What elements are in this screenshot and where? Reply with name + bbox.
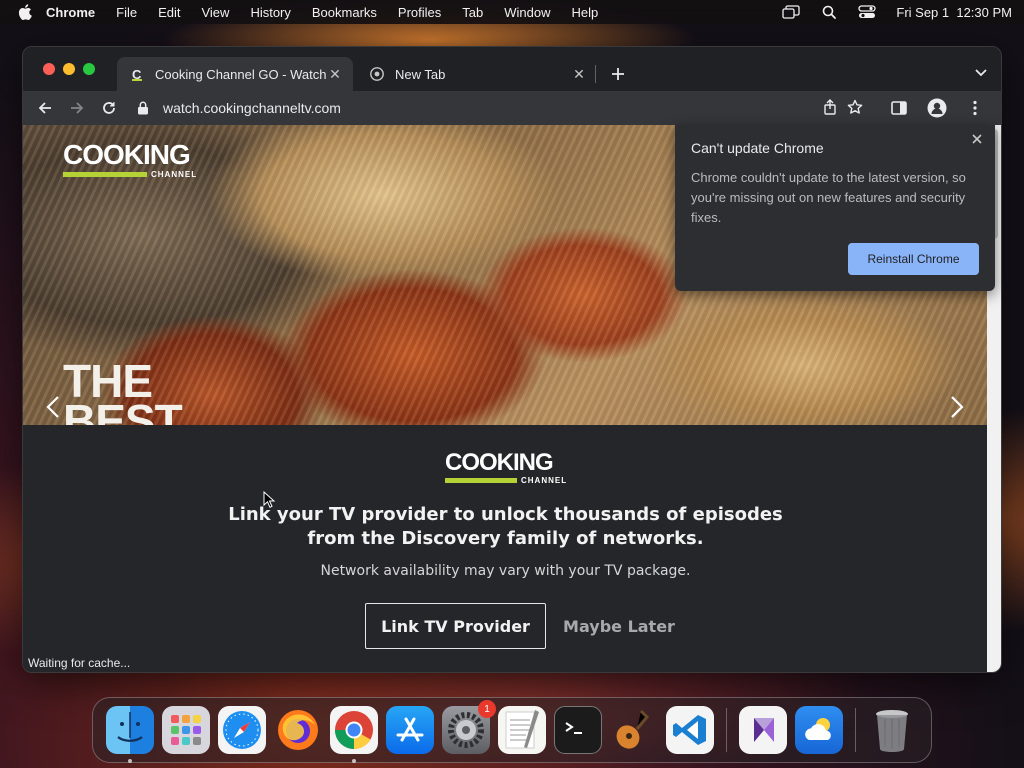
dock-system-settings[interactable]: 1 [442,700,496,754]
hero-title: THE BEST [63,355,183,425]
dock: 1 [92,697,932,763]
weather-icon [805,718,831,740]
menu-profiles[interactable]: Profiles [398,5,441,20]
menu-app-name[interactable]: Chrome [46,5,95,20]
trash-icon [876,710,908,752]
menu-bar: Chrome File Edit View History Bookmarks … [0,0,1024,24]
dock-separator [855,708,856,752]
tab-strip: C Cooking Channel GO - Watch T ✕ New Tab… [23,47,1001,91]
dock-app-store[interactable] [386,706,434,754]
svg-text:C: C [132,67,142,81]
tab-search-chevron-icon[interactable] [973,65,989,81]
forward-arrow-icon[interactable] [63,94,91,122]
dock-launchpad[interactable] [162,706,210,754]
chrome-icon [334,711,373,750]
more-options-icon[interactable] [961,94,989,122]
minimize-window-button[interactable] [63,63,75,75]
tab-cooking-channel[interactable]: C Cooking Channel GO - Watch T ✕ [117,57,353,91]
dock-terminal[interactable] [554,706,602,754]
dialog-message: Chrome couldn't update to the latest ver… [691,170,966,225]
mouse-cursor-icon [263,491,275,508]
maybe-later-button[interactable]: Maybe Later [559,603,679,649]
browser-toolbar: watch.cookingchanneltv.com [23,91,1001,125]
dock-firefox[interactable] [274,706,322,754]
tab-title: New Tab [395,66,446,82]
menu-help[interactable]: Help [572,5,599,20]
dock-finder[interactable] [106,706,154,763]
safari-icon [223,711,261,749]
cooking-channel-logo: COOKING CHANNEL [445,449,568,485]
settings-icon [448,712,484,748]
app-store-icon [396,717,424,742]
close-window-button[interactable] [43,63,55,75]
menu-tab[interactable]: Tab [462,5,483,20]
window-controls [43,63,95,75]
dock-chrome[interactable] [330,706,378,763]
notification-badge: 1 [478,700,496,718]
dock-separator [726,708,727,752]
dock-trash[interactable] [868,706,916,754]
dialog-title: Can't update Chrome [691,140,824,156]
link-tv-provider-button[interactable]: Link TV Provider [365,603,546,649]
close-tab-icon[interactable]: ✕ [571,66,587,82]
reinstall-chrome-button[interactable]: Reinstall Chrome [848,243,979,275]
control-center-icon[interactable] [858,5,877,19]
share-icon[interactable] [823,98,837,118]
tab-new-tab[interactable]: New Tab ✕ [357,57,597,91]
chrome-window: C Cooking Channel GO - Watch T ✕ New Tab… [22,46,1002,673]
screen-mirroring-icon[interactable] [782,5,801,19]
close-dialog-icon[interactable] [969,131,985,147]
update-chrome-dialog: Can't update Chrome Chrome couldn't upda… [675,125,995,291]
link-provider-headline: Link your TV provider to unlock thousand… [228,504,783,549]
cooking-channel-favicon: C [129,66,145,82]
menu-edit[interactable]: Edit [158,5,180,20]
terminal-icon [565,722,582,734]
launchpad-icon [171,715,201,745]
menu-view[interactable]: View [201,5,229,20]
menu-file[interactable]: File [116,5,137,20]
vscode-icon [673,715,706,745]
address-bar[interactable]: watch.cookingchanneltv.com [133,95,877,121]
carousel-next-chevron-icon[interactable] [947,393,967,421]
menu-bookmarks[interactable]: Bookmarks [312,5,377,20]
menu-clock[interactable]: Fri Sep 1 12:30 PM [896,5,1012,20]
spotlight-search-icon[interactable] [820,5,838,19]
textedit-icon [505,710,539,749]
carousel-prev-chevron-icon[interactable] [43,393,63,421]
menu-history[interactable]: History [250,5,290,20]
guitar-icon [616,709,650,749]
visual-studio-icon [754,718,774,742]
firefox-icon [278,710,318,750]
cooking-channel-logo[interactable]: COOKING CHANNEL [63,141,197,179]
close-tab-icon[interactable]: ✕ [327,66,343,82]
menu-window[interactable]: Window [504,5,550,20]
tab-separator [595,65,596,83]
profile-avatar-icon[interactable] [923,94,951,122]
chrome-favicon [369,66,385,82]
lock-icon[interactable] [137,101,151,115]
loading-status: Waiting for cache... [23,652,141,672]
dock-vscode[interactable] [666,706,714,754]
dock-weather[interactable] [795,706,843,754]
tab-title: Cooking Channel GO - Watch T [155,66,327,82]
side-panel-icon[interactable] [885,94,913,122]
dock-textedit[interactable] [498,706,546,754]
url-text: watch.cookingchanneltv.com [163,100,341,116]
dock-instruments[interactable] [610,706,658,754]
availability-note: Network availability may vary with your … [320,563,691,579]
finder-icon [117,712,143,742]
reload-icon[interactable] [95,94,123,122]
zoom-window-button[interactable] [83,63,95,75]
link-provider-panel: COOKING CHANNEL Link your TV provider to… [23,425,988,672]
dock-safari[interactable] [218,706,266,754]
dock-visual-studio[interactable] [739,706,787,754]
apple-menu-icon[interactable] [18,4,32,20]
bookmark-star-icon[interactable] [847,99,863,118]
new-tab-button[interactable] [607,63,629,85]
back-arrow-icon[interactable] [31,94,59,122]
